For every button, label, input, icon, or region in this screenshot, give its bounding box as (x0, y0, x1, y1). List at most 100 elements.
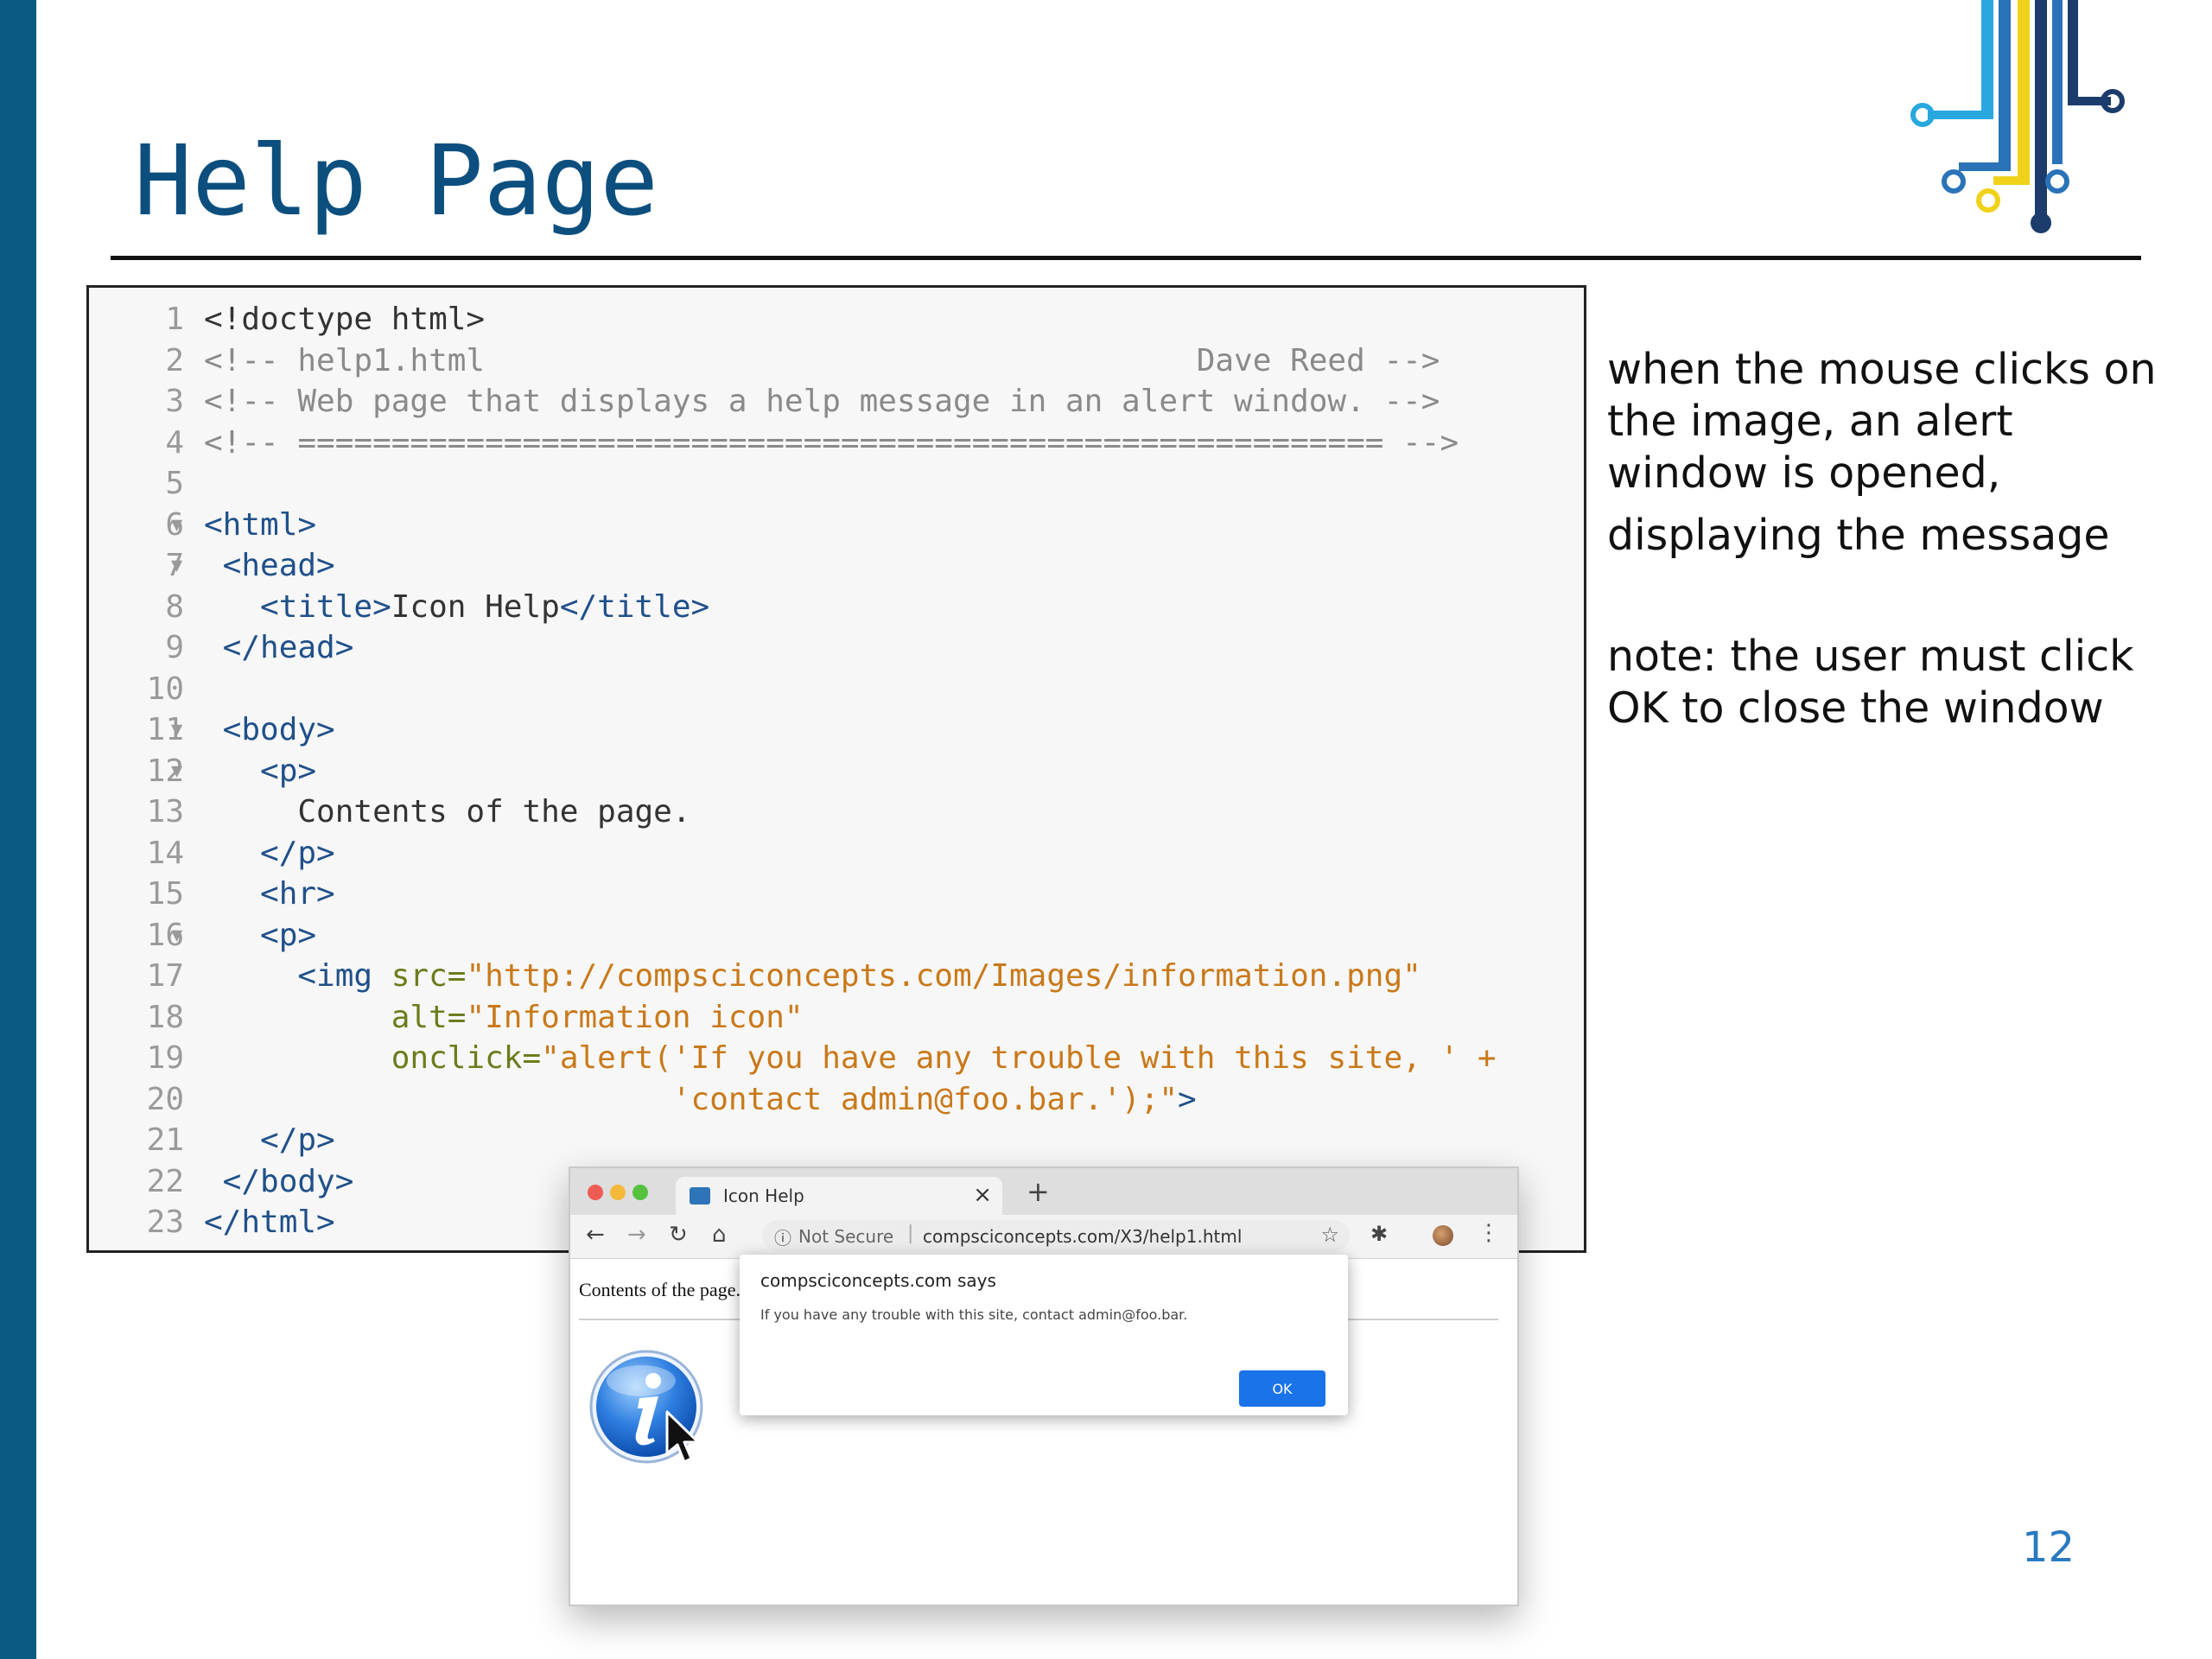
code-text: 'contact admin@foo.bar.');"> (204, 1079, 1197, 1121)
url-separator: | (907, 1223, 914, 1244)
maximize-window-dot[interactable] (632, 1185, 648, 1200)
code-token: alt= (204, 999, 467, 1035)
code-token: </title> (559, 588, 710, 625)
code-text: <!doctype html> (204, 299, 485, 340)
line-number: 15 (146, 876, 184, 912)
code-text: <img src="http://compsciconcepts.com/Ima… (204, 956, 1421, 997)
code-token: "Information icon" (466, 999, 804, 1035)
note-line: when the mouse clicks on (1607, 345, 2157, 394)
slide-title: Help Page (134, 125, 658, 238)
code-text: </head> (204, 627, 354, 669)
code-text: </p> (204, 1120, 335, 1161)
code-text: </p> (204, 833, 335, 874)
note-line: the image, an alert (1607, 397, 2013, 446)
code-token: <p> (204, 753, 317, 789)
line-number: 13 (146, 794, 184, 830)
line-number: 10 (146, 671, 184, 707)
extensions-puzzle-icon[interactable]: ✱ (1370, 1222, 1388, 1246)
profile-avatar[interactable] (1433, 1225, 1453, 1246)
code-token: </head> (204, 630, 354, 665)
tab-bar: Icon Help × + (570, 1168, 1517, 1215)
line-number: 3 (165, 384, 184, 419)
note-line: note: the user must click (1607, 632, 2134, 681)
not-secure-label: Not Secure (798, 1226, 894, 1247)
line-number: 20 (146, 1081, 184, 1117)
code-token: <!-- Web page that displays a help messa… (204, 384, 1440, 419)
line-number: 23 (146, 1205, 184, 1240)
code-token: 'contact admin@foo.bar.');" (204, 1081, 1179, 1117)
code-token: "alert('If you have any trouble with thi… (541, 1040, 1497, 1076)
code-text: <head> (204, 545, 335, 587)
code-text: Contents of the page. (204, 791, 691, 833)
home-icon[interactable]: ⌂ (712, 1222, 727, 1248)
page-content-text: Contents of the page. (579, 1279, 741, 1300)
browser-toolbar: ← → ↻ ⌂ ⓘ Not Secure | compsciconcepts.c… (570, 1215, 1517, 1259)
code-token: <!-- help1.html Dave Reed --> (204, 342, 1440, 378)
code-text: alt="Information icon" (204, 997, 804, 1039)
code-text: <title>Icon Help</title> (204, 587, 709, 628)
fold-arrow-icon[interactable]: ▼ (171, 545, 182, 587)
back-arrow-icon[interactable]: ← (586, 1222, 605, 1248)
page-favicon-icon (690, 1187, 710, 1205)
note-line: OK to close the window (1607, 683, 2104, 733)
fold-arrow-icon[interactable]: ▼ (171, 505, 182, 546)
code-token: <img (204, 958, 391, 994)
bookmark-star-icon[interactable]: ☆ (1320, 1223, 1339, 1247)
code-token: src= (391, 958, 467, 994)
code-token: <title> (204, 588, 391, 625)
fold-arrow-icon[interactable]: ▼ (171, 915, 182, 957)
code-token: </html> (204, 1205, 335, 1240)
forward-arrow-icon[interactable]: → (627, 1222, 646, 1248)
browser-menu-icon[interactable]: ⋮ (1478, 1220, 1500, 1246)
close-window-dot[interactable] (588, 1185, 603, 1200)
tab-icon-help[interactable]: Icon Help × (676, 1177, 1002, 1215)
line-number: 9 (165, 630, 184, 665)
code-text: <p> (204, 751, 316, 792)
code-token: Contents of the page. (204, 794, 691, 830)
fold-arrow-icon[interactable]: ▼ (171, 709, 182, 751)
tab-title: Icon Help (723, 1185, 804, 1206)
alert-dialog: compsciconcepts.com says If you have any… (740, 1255, 1348, 1415)
note-line: window is opened, (1607, 448, 2001, 498)
close-tab-icon[interactable]: × (973, 1182, 992, 1208)
minimize-window-dot[interactable] (610, 1185, 626, 1200)
code-token: > (1178, 1081, 1197, 1117)
info-circle-icon[interactable]: ⓘ (774, 1224, 791, 1249)
code-text: </body> (204, 1161, 354, 1203)
code-text: <body> (204, 709, 335, 751)
code-token: <!-- ===================================… (204, 424, 1459, 461)
note-line: displaying the message (1607, 511, 2110, 560)
code-text: <html> (204, 505, 316, 546)
line-number: 17 (146, 958, 184, 994)
reload-icon[interactable]: ↻ (669, 1222, 688, 1248)
code-token: <p> (204, 917, 317, 953)
code-token: </body> (204, 1163, 354, 1199)
code-token: <hr> (204, 876, 335, 912)
line-number: 1 (165, 302, 184, 337)
line-number: 14 (146, 835, 184, 871)
code-text: <!-- Web page that displays a help messa… (204, 381, 1440, 423)
page-number: 12 (2022, 1523, 2075, 1572)
line-number: 5 (165, 466, 184, 501)
line-number: 21 (146, 1122, 184, 1158)
dialog-title: compsciconcepts.com says (760, 1270, 996, 1291)
line-number: 22 (146, 1163, 184, 1199)
new-tab-button[interactable]: + (1027, 1175, 1050, 1208)
code-editor-panel: 1 <!doctype html> 2 <!-- help1.html Dave Re… (86, 285, 1586, 1253)
code-token: <head> (204, 548, 335, 583)
line-number: 8 (165, 588, 184, 625)
line-number: 19 (146, 1040, 184, 1076)
mouse-pointer-icon (665, 1410, 700, 1464)
code-text: <!-- ===================================… (204, 423, 1459, 464)
address-bar[interactable]: ⓘ Not Secure | compsciconcepts.com/X3/he… (762, 1220, 1350, 1251)
code-token: <html> (204, 506, 317, 543)
code-token: </p> (204, 1122, 335, 1158)
code-text: onclick="alert('If you have any trouble … (204, 1038, 1497, 1079)
code-token: Icon Help (391, 588, 560, 625)
ok-button[interactable]: OK (1239, 1370, 1325, 1407)
title-divider (111, 256, 2141, 260)
dialog-message: If you have any trouble with this site, … (760, 1306, 1188, 1323)
left-accent-bar (0, 0, 36, 1659)
fold-arrow-icon[interactable]: ▼ (171, 751, 182, 792)
code-token: <!doctype html> (204, 302, 486, 337)
